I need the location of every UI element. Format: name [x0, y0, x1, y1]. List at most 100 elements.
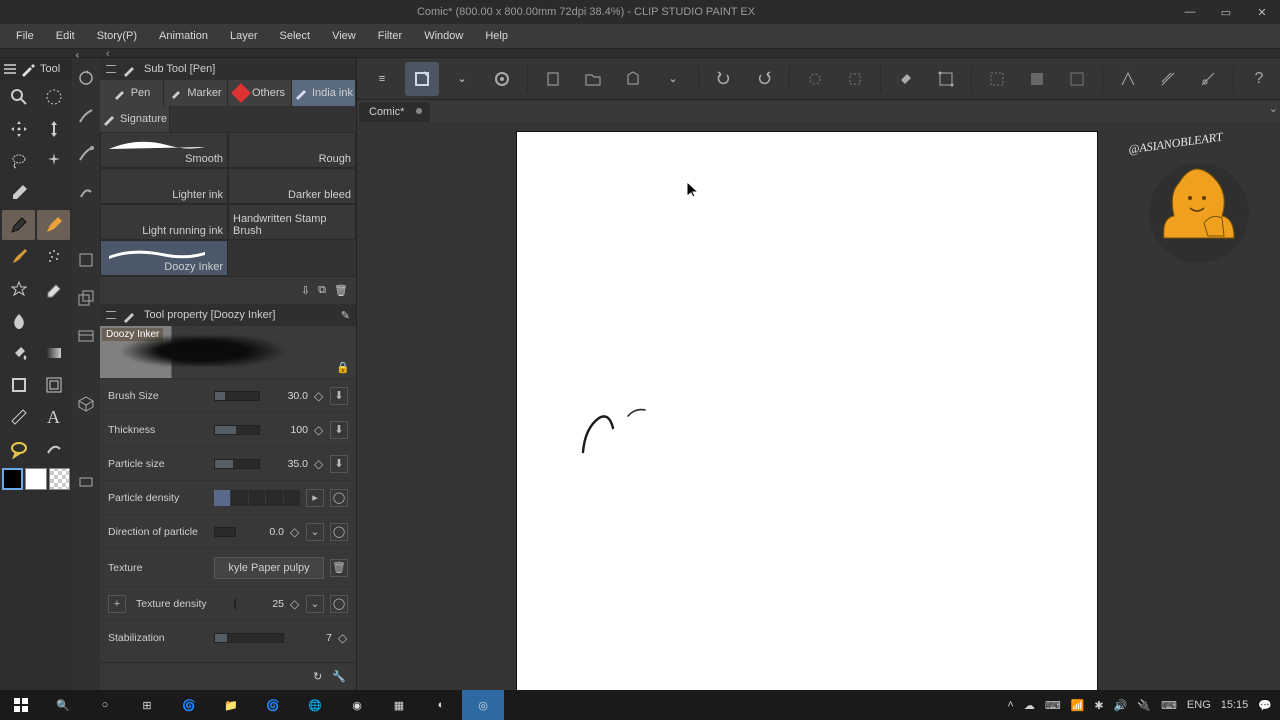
mid-brush-a-icon[interactable]: [72, 102, 100, 130]
tray-lang[interactable]: ENG: [1187, 699, 1211, 711]
mid-reset-icon[interactable]: [72, 64, 100, 92]
brush-smooth[interactable]: Smooth: [100, 132, 228, 168]
tb-help-icon[interactable]: ?: [1242, 62, 1276, 96]
tb-open-icon[interactable]: [576, 62, 610, 96]
brush-light-running[interactable]: Light running ink: [100, 204, 228, 240]
tb-fill-icon[interactable]: [889, 62, 923, 96]
menu-layer[interactable]: Layer: [220, 27, 268, 45]
lock-icon[interactable]: 🔒: [336, 361, 350, 374]
doc-tab[interactable]: Comic*: [359, 102, 430, 122]
tool-gradient[interactable]: [37, 338, 70, 368]
tb-clipstudio[interactable]: ◎: [462, 690, 504, 720]
tb-snap-a-icon[interactable]: [1111, 62, 1145, 96]
tb-selall-icon[interactable]: [838, 62, 872, 96]
tb-dropdown-icon[interactable]: ⌄: [445, 62, 479, 96]
menu-select[interactable]: Select: [270, 27, 321, 45]
tab-expand-icon[interactable]: ⌄: [1269, 102, 1278, 115]
tb-scale-icon[interactable]: [980, 62, 1014, 96]
tb-menu-icon[interactable]: ≡: [365, 62, 399, 96]
tb-selclear-icon[interactable]: [798, 62, 832, 96]
dropdown-button[interactable]: ⌄: [306, 595, 324, 613]
menu-help[interactable]: Help: [475, 27, 518, 45]
brush-rough[interactable]: Rough: [228, 132, 356, 168]
tool-magnify[interactable]: [2, 82, 35, 112]
tool-correct-line[interactable]: [37, 434, 70, 464]
dynamics-button[interactable]: ⬇: [330, 387, 348, 405]
canvas[interactable]: @ASIANOBLEART: [357, 122, 1280, 690]
tool-wand[interactable]: [37, 146, 70, 176]
tb-app-3[interactable]: ▦: [378, 690, 420, 720]
duplicate-icon[interactable]: ⧉: [318, 284, 326, 297]
tool-decoration[interactable]: [2, 274, 35, 304]
mid-timeline-icon[interactable]: [72, 322, 100, 350]
brush-lighter-ink[interactable]: Lighter ink: [100, 168, 228, 204]
tb-app-4[interactable]: ◐: [420, 690, 462, 720]
tool-brush[interactable]: [2, 242, 35, 272]
tb-transform-icon[interactable]: [1020, 62, 1054, 96]
tray-wifi-icon[interactable]: 📶: [1071, 699, 1085, 712]
tb-clipstudio-icon[interactable]: [485, 62, 519, 96]
tray-keyboard-icon[interactable]: ⌨: [1045, 699, 1061, 712]
tool-ruler[interactable]: [2, 402, 35, 432]
tray-ime-icon[interactable]: ⌨: [1161, 699, 1177, 712]
mid-brush-b-icon[interactable]: [72, 140, 100, 168]
tab-marker[interactable]: Marker: [164, 80, 228, 106]
tool-frame[interactable]: [37, 370, 70, 400]
tray-notifications-icon[interactable]: 💬: [1258, 699, 1272, 712]
texture-selector[interactable]: kyle Paper pulpy: [214, 557, 324, 579]
trash-icon[interactable]: 🗑: [334, 284, 348, 297]
brush-darker-bleed[interactable]: Darker bleed: [228, 168, 356, 204]
tool-text[interactable]: A: [37, 402, 70, 432]
slider-particle-size[interactable]: [214, 459, 260, 469]
tb-canvas-icon[interactable]: [1060, 62, 1094, 96]
foreground-swatch[interactable]: [2, 468, 23, 490]
tb-explorer[interactable]: 📁: [210, 690, 252, 720]
tool-marquee[interactable]: [37, 82, 70, 112]
paper[interactable]: [517, 132, 1097, 690]
tab-others[interactable]: Others: [228, 80, 292, 106]
hamburger-icon[interactable]: [4, 64, 16, 74]
tb-crop-icon[interactable]: [929, 62, 963, 96]
tray-up-icon[interactable]: ˄: [1007, 699, 1013, 711]
dynamics-button[interactable]: ⬇: [330, 421, 348, 439]
start-button[interactable]: [0, 690, 42, 720]
tool-operation[interactable]: [37, 114, 70, 144]
tb-edge[interactable]: 🌐: [294, 690, 336, 720]
minimize-button[interactable]: —: [1172, 0, 1208, 24]
import-icon[interactable]: ⇩: [301, 284, 310, 297]
reset-icon[interactable]: ↻: [313, 670, 322, 683]
tb-new-icon[interactable]: [405, 62, 439, 96]
dynamics-button[interactable]: ◯: [330, 595, 348, 613]
tool-pencil[interactable]: [37, 210, 70, 240]
tb-newpage-icon[interactable]: [536, 62, 570, 96]
menu-file[interactable]: File: [6, 27, 44, 45]
tool-fill[interactable]: [2, 338, 35, 368]
mid-3d-icon[interactable]: [72, 390, 100, 418]
tool-airbrush[interactable]: [37, 242, 70, 272]
collapse-strip[interactable]: ‹‹‹: [0, 48, 1280, 58]
tool-blend[interactable]: [2, 306, 35, 336]
mid-layer-icon[interactable]: [72, 246, 100, 274]
hamburger-icon[interactable]: [106, 311, 116, 319]
mid-brush-c-icon[interactable]: [72, 178, 100, 206]
tool-lasso[interactable]: [2, 146, 35, 176]
taskview-button[interactable]: ⊞: [126, 690, 168, 720]
tb-redo-icon[interactable]: [747, 62, 781, 96]
tool-pen[interactable]: [2, 210, 35, 240]
slider-texture-density[interactable]: [234, 599, 236, 609]
slider-thickness[interactable]: [214, 425, 260, 435]
spinner-icon[interactable]: ◇: [314, 389, 324, 403]
maximize-button[interactable]: ▭: [1208, 0, 1244, 24]
dropdown-button[interactable]: ⌄: [306, 523, 324, 541]
tray-power-icon[interactable]: 🔌: [1137, 699, 1151, 712]
background-swatch[interactable]: [25, 468, 46, 490]
expand-button[interactable]: ▸: [306, 489, 324, 507]
tb-undo-icon[interactable]: [707, 62, 741, 96]
wrench-icon[interactable]: 🔧: [332, 670, 346, 683]
tray-time[interactable]: 15:15: [1221, 699, 1249, 711]
dynamics-button[interactable]: ⬇: [330, 455, 348, 473]
tool-eraser[interactable]: [37, 274, 70, 304]
dynamics-button[interactable]: ◯: [330, 489, 348, 507]
wrench-icon[interactable]: ✎: [341, 309, 350, 322]
mid-rect-icon[interactable]: [72, 468, 100, 496]
